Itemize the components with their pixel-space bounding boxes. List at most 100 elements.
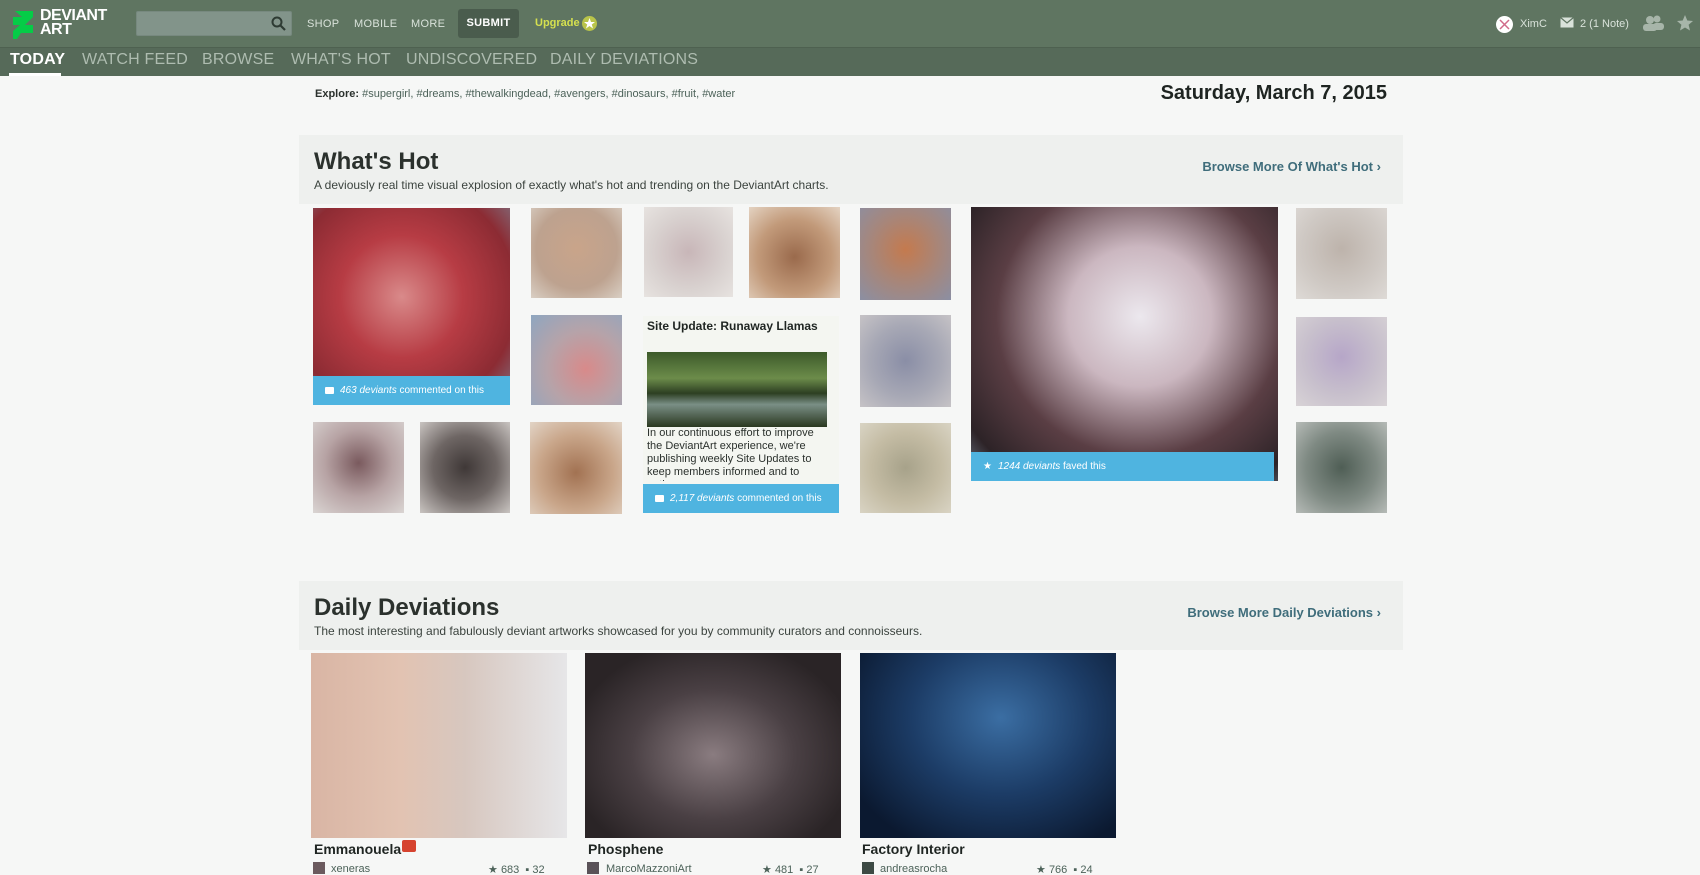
comment-count: 24 [1080,864,1093,875]
logo-line-2: ART [40,21,72,38]
thumbnail-image [531,315,622,405]
thumbnail-image [311,653,567,838]
hot-thumbnail[interactable] [860,423,951,513]
upgrade-link[interactable]: Upgrade [535,17,580,29]
hot-thumbnail[interactable] [313,422,404,513]
hot-thumbnail[interactable] [1296,422,1387,513]
stat-text: commented on this [399,385,485,396]
username-link[interactable]: XimC [1520,18,1547,30]
star-icon: ★ [488,864,498,875]
explore-tag[interactable]: #thewalkingdead [465,88,548,100]
thumbnail-image [644,207,733,297]
daily-deviation-thumbnail[interactable] [311,653,567,838]
hot-thumbnail[interactable] [644,207,733,297]
thumbnail-image [860,315,951,407]
notes-count[interactable]: 2 (1 Note) [1580,18,1629,30]
nav-mobile[interactable]: MOBILE [354,18,397,30]
hot-thumbnail[interactable] [530,422,622,514]
explore-tag[interactable]: #supergirl [362,88,410,100]
whats-hot-header: What's Hot A deviously real time visual … [299,135,1403,204]
deviantart-logo[interactable]: DEVIANT ART [12,8,117,39]
stat-text: commented on this [737,493,822,504]
browse-daily-deviations-label: Browse More Daily Deviations [1187,605,1374,620]
stat-count: 2,117 deviants [670,493,735,504]
favourites-star-icon[interactable] [1676,14,1694,32]
comment-count: 32 [532,864,545,875]
deviation-stats: ★ 481 ▪ 27 [762,863,819,875]
section-nav: TODAY WATCH FEED BROWSE WHAT'S HOT UNDIS… [0,48,1700,76]
hot-thumbnail[interactable] [749,207,840,298]
daily-deviations-title: Daily Deviations [314,594,500,621]
news-title: Site Update: Runaway Llamas [647,319,818,333]
hot-thumbnail[interactable] [531,315,622,405]
user-avatar[interactable] [1496,16,1513,33]
author-link[interactable]: andreasrocha [880,863,947,875]
avatar[interactable] [862,862,874,874]
tab-undiscovered[interactable]: UNDISCOVERED [406,51,537,69]
star-icon: ★ [762,864,772,875]
explore-tag[interactable]: #water [702,88,735,100]
browse-whats-hot-link[interactable]: Browse More Of What's Hot › [1202,159,1381,174]
browse-daily-deviations-link[interactable]: Browse More Daily Deviations › [1187,605,1381,620]
explore-tag[interactable]: #avengers [554,88,605,100]
thumbnail-image [1296,422,1387,513]
nav-more[interactable]: MORE [411,18,445,30]
thumbnail-image [749,207,840,298]
friends-icon[interactable] [1642,15,1664,31]
upgrade-star-icon[interactable] [582,16,597,31]
avatar[interactable] [313,862,325,874]
comment-icon: ▪ [525,864,530,875]
deviation-title[interactable]: Phosphene [588,841,663,857]
tab-browse[interactable]: BROWSE [202,51,274,69]
thumbnail-image [1296,317,1387,406]
tab-daily-deviations[interactable]: DAILY DEVIATIONS [550,51,698,69]
thumbnail-image [585,653,841,838]
nav-shop[interactable]: SHOP [307,18,339,30]
tab-watch-feed[interactable]: WATCH FEED [82,51,188,69]
daily-deviation-thumbnail[interactable] [860,653,1116,838]
site-update-card[interactable]: Site Update: Runaway Llamas In our conti… [643,316,839,513]
tab-today[interactable]: TODAY [10,51,65,69]
hot-thumbnail[interactable] [1296,208,1387,299]
daily-deviations-subtitle: The most interesting and fabulously devi… [314,624,923,638]
hot-thumbnail[interactable] [1296,317,1387,406]
top-bar: DEVIANT ART SHOP MOBILE MORE SUBMIT Upgr… [0,0,1700,48]
search-icon[interactable] [271,16,286,31]
hot-thumbnail[interactable]: ★ 1244 deviants faved this [971,207,1278,481]
search-box [136,11,292,36]
search-input[interactable] [137,12,267,35]
page-date: Saturday, March 7, 2015 [1160,82,1387,104]
submit-button[interactable]: SUBMIT [458,9,519,38]
fav-count: 683 [500,864,520,875]
chevron-right-icon: › [1376,605,1381,620]
thumbnail-image [531,208,622,298]
explore-tag[interactable]: #dinosaurs [612,88,666,100]
thumbnail-image [971,207,1278,481]
hot-thumbnail[interactable] [420,422,510,513]
thumbnail-image [530,422,622,514]
hot-thumbnail[interactable] [860,208,951,300]
thumbnail-image [860,423,951,513]
mail-icon[interactable] [1560,17,1574,28]
hot-thumbnail[interactable] [531,208,622,298]
thumbnail-image [1296,208,1387,299]
stat-count: 463 deviants [340,385,397,396]
deviation-title[interactable]: Emmanouela [314,841,401,857]
daily-deviation-thumbnail[interactable] [585,653,841,838]
thumbnail-image [860,208,951,300]
hot-thumbnail[interactable] [860,315,951,407]
whats-hot-title: What's Hot [314,148,439,175]
deviation-title[interactable]: Factory Interior [862,841,965,857]
avatar[interactable] [587,862,599,874]
thumbnail-image [420,422,510,513]
explore-tag[interactable]: #fruit [672,88,696,100]
hot-thumbnail[interactable]: 463 deviants commented on this [313,208,510,405]
deviation-stats: ★ 766 ▪ 24 [1036,863,1093,875]
explore-tag[interactable]: #dreams [417,88,460,100]
logo-text: DEVIANT ART [40,8,107,38]
comment-icon: ▪ [799,864,804,875]
author-link[interactable]: MarcoMazzoniArt [606,863,692,875]
author-link[interactable]: xeneras [331,863,370,875]
thumbnail-image [860,653,1116,838]
tab-whats-hot[interactable]: WHAT'S HOT [291,51,391,69]
